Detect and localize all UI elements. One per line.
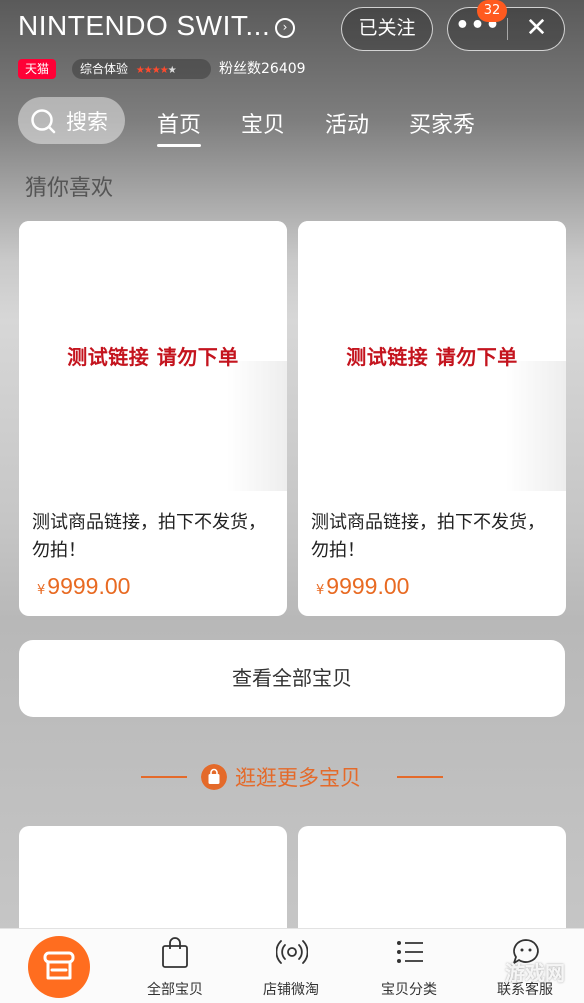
rating-pill[interactable]: 综合体验 ★★★★★ bbox=[72, 59, 211, 79]
product-image[interactable]: 测试链接 请勿下单 bbox=[19, 221, 287, 493]
section-title: 猜你喜欢 bbox=[25, 176, 114, 201]
product-card[interactable]: 测试链接 请勿下单 测试商品链接，拍下不发货，勿拍！ ¥9999.00 bbox=[298, 221, 566, 616]
divider-line bbox=[397, 776, 443, 778]
currency-symbol: ¥ bbox=[37, 583, 46, 598]
site-watermark: 游戏网 bbox=[505, 961, 565, 985]
shop-title[interactable]: NINTENDO SWIT... bbox=[18, 10, 270, 42]
tab-buyer-show[interactable]: 买家秀 bbox=[409, 107, 475, 139]
image-shade bbox=[506, 361, 566, 491]
tab-label: 店铺微淘 bbox=[263, 982, 319, 998]
tab-store-feed[interactable]: 店铺微淘 bbox=[241, 929, 341, 1003]
more-items-label[interactable]: 逛逛更多宝贝 bbox=[235, 762, 361, 792]
follow-button[interactable]: 已关注 bbox=[341, 7, 433, 51]
product-name[interactable]: 测试商品链接，拍下不发货，勿拍！ bbox=[311, 509, 556, 565]
search-icon bbox=[31, 109, 56, 134]
tab-label: 全部宝贝 bbox=[147, 982, 203, 998]
close-icon[interactable]: ✕ bbox=[508, 8, 565, 49]
tmall-tag: 天猫 bbox=[18, 59, 57, 79]
product-banner-text: 测试链接 请勿下单 bbox=[67, 345, 239, 369]
currency-symbol: ¥ bbox=[316, 583, 325, 598]
image-shade bbox=[227, 361, 287, 491]
list-icon bbox=[397, 941, 423, 963]
shopping-bag-icon bbox=[162, 937, 188, 968]
chevron-right-icon[interactable]: › bbox=[275, 18, 295, 38]
divider-line bbox=[141, 776, 187, 778]
product-card[interactable]: 测试链接 请勿下单 测试商品链接，拍下不发货，勿拍！ ¥9999.00 bbox=[19, 221, 287, 616]
tab-all-items[interactable]: 全部宝贝 bbox=[125, 929, 225, 1003]
store-home-button[interactable] bbox=[28, 936, 90, 998]
product-banner-text: 测试链接 请勿下单 bbox=[346, 345, 518, 369]
product-name[interactable]: 测试商品链接，拍下不发货，勿拍！ bbox=[32, 509, 277, 565]
shopping-bag-icon bbox=[201, 764, 227, 790]
price-value: 9999.00 bbox=[47, 573, 131, 599]
tab-label: 宝贝分类 bbox=[381, 982, 437, 998]
search-label: 搜索 bbox=[66, 110, 108, 134]
fans-count: 粉丝数26409 bbox=[219, 61, 306, 77]
tab-items[interactable]: 宝贝 bbox=[241, 107, 285, 139]
price-value: 9999.00 bbox=[326, 573, 410, 599]
tab-categories[interactable]: 宝贝分类 bbox=[359, 929, 459, 1003]
tab-home[interactable]: 首页 bbox=[157, 107, 202, 147]
rating-stars-icon: ★★★★★ bbox=[135, 65, 177, 76]
more-items-divider: 逛逛更多宝贝 bbox=[0, 760, 584, 794]
store-icon bbox=[43, 951, 75, 980]
product-image[interactable]: 测试链接 请勿下单 bbox=[298, 221, 566, 493]
rating-label: 综合体验 bbox=[80, 62, 129, 76]
broadcast-icon bbox=[276, 940, 308, 964]
tab-events[interactable]: 活动 bbox=[325, 107, 369, 139]
product-price: ¥9999.00 bbox=[316, 573, 409, 600]
view-all-items-button[interactable]: 查看全部宝贝 bbox=[19, 640, 565, 717]
message-count-badge: 32 bbox=[477, 0, 507, 22]
product-price: ¥9999.00 bbox=[37, 573, 130, 600]
search-button[interactable]: 搜索 bbox=[18, 97, 125, 144]
bottom-tab-bar: 全部宝贝 店铺微淘 宝贝分类 联系客服 bbox=[0, 928, 584, 1003]
